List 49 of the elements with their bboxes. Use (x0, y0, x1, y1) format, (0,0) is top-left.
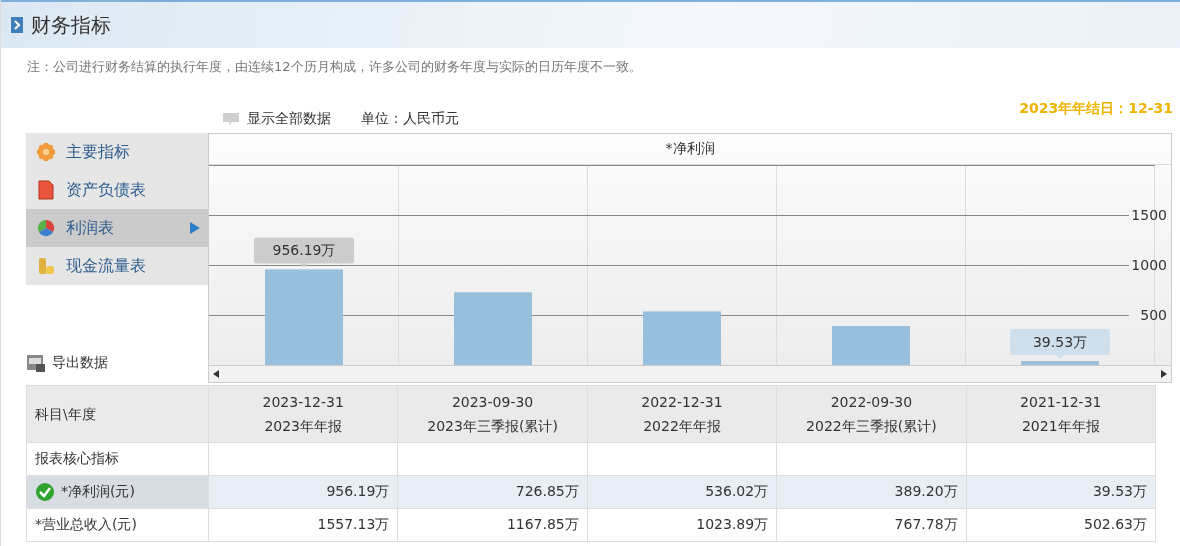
chevron-icon (11, 17, 23, 33)
table-cell: 956.19万 (208, 475, 398, 509)
row-label: *营业总收入(元) (26, 508, 209, 542)
table-cell: 1023.89万 (587, 508, 777, 542)
chart-title: *净利润 (209, 134, 1171, 165)
table-cell: 502.63万 (966, 508, 1156, 542)
data-label: 956.19万 (272, 242, 336, 259)
sidebar-item[interactable]: 利润表 (26, 209, 208, 247)
sidebar-item[interactable]: 现金流量表 (26, 247, 208, 285)
speech-bubble-icon (221, 111, 241, 127)
check-icon (35, 482, 55, 502)
value-tooltip: 39.53万 (1010, 329, 1110, 360)
table-cell: 1557.13万 (208, 508, 398, 542)
scroll-right-icon[interactable] (1161, 370, 1167, 378)
axis-label: 500 (1140, 307, 1167, 323)
column-header: 2022-09-30 2022年三季报(累计) (776, 385, 967, 443)
arrow-icon (190, 222, 200, 234)
table-cell: 767.78万 (776, 508, 967, 542)
unit-label: 单位：人民币元 (361, 110, 459, 128)
document-icon (36, 180, 56, 200)
spreadsheet-icon (26, 353, 46, 373)
value-tooltip: 956.19万 (254, 237, 354, 268)
table-cell: 389.20万 (776, 475, 967, 509)
column-header: 2023-12-31 2023年年报 (208, 385, 398, 443)
flower-icon (36, 142, 56, 162)
export-link[interactable]: 导出数据 (26, 353, 208, 383)
note-text: 注：公司进行财务结算的执行年度，由连续12个历月构成，许多公司的财务年度与实际的日历年度不一致。 (26, 58, 643, 76)
table-cell: 39.53万 (966, 475, 1156, 509)
table-cell: 1167.85万 (397, 508, 588, 542)
column-header: 2023-09-30 2023年三季报(累计) (397, 385, 588, 443)
page-title: 财务指标 (31, 11, 111, 39)
sidebar-item[interactable]: 主要指标 (26, 133, 208, 171)
column-header: 2022-12-31 2022年年报 (587, 385, 777, 443)
data-label: 39.53万 (1032, 334, 1088, 351)
axis-label: 1000 (1131, 257, 1167, 273)
table-cell: 536.02万 (587, 475, 777, 509)
scrollbar[interactable] (209, 365, 1171, 382)
row-label: *净利润(元) (26, 475, 209, 509)
axis-label: 1500 (1131, 207, 1167, 223)
section-label: 报表核心指标 (26, 442, 209, 476)
sidebar-item[interactable]: 资产负债表 (26, 171, 208, 209)
pie-icon (36, 218, 56, 238)
year-end-label: 2023年年结日：12-31 (1019, 99, 1173, 118)
show-all-link[interactable]: 显示全部数据 (221, 110, 331, 128)
coins-icon (36, 256, 56, 276)
column-header: 2021-12-31 2021年年报 (966, 385, 1156, 443)
scroll-left-icon[interactable] (213, 370, 219, 378)
table-cell: 726.85万 (397, 475, 588, 509)
column-header: 科目\年度 (26, 385, 209, 443)
